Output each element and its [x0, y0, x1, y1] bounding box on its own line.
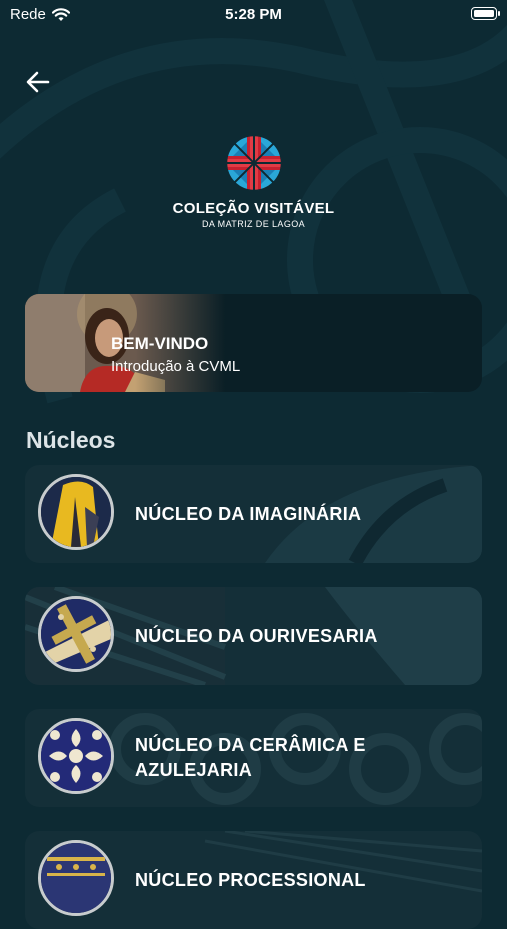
logo-subtitle: DA MATRIZ DE LAGOA: [201, 219, 306, 229]
imaginaria-thumbnail: [38, 474, 114, 550]
nucleo-label: NÚCLEO DA IMAGINÁRIA: [135, 504, 362, 524]
nucleo-card-ceramica[interactable]: NÚCLEO DA CERÂMICA E AZULEJARIA: [25, 709, 482, 807]
nucleo-card-processional[interactable]: NÚCLEO PROCESSIONAL: [25, 831, 482, 929]
nucleo-label: NÚCLEO DA OURIVESARIA: [135, 626, 378, 646]
welcome-card[interactable]: [25, 294, 482, 392]
back-button[interactable]: [22, 66, 54, 98]
nucleos-section-title: Núcleos: [26, 427, 116, 453]
arrow-left-icon: [26, 71, 50, 93]
status-time: 5:28 PM: [225, 6, 282, 23]
nucleo-card-ourivesaria[interactable]: NÚCLEO DA OURIVESARIA: [25, 587, 482, 685]
ourivesaria-thumbnail: [38, 596, 114, 672]
battery-icon: [471, 7, 500, 20]
nucleo-label: NÚCLEO DA CERÂMICA E AZULEJARIA: [135, 735, 366, 780]
logo-title: COLEÇÃO VISITÁVEL: [172, 200, 335, 217]
rose-window-logo-icon: [225, 134, 282, 192]
app-logo: COLEÇÃO VISITÁVEL DA MATRIZ DE LAGOA: [0, 134, 507, 229]
nucleo-card-imaginaria[interactable]: NÚCLEO DA IMAGINÁRIA: [25, 465, 482, 563]
ceramica-thumbnail: [38, 718, 114, 794]
welcome-title: BEM-VINDO: [111, 334, 209, 353]
welcome-subtitle: Introdução à CVML: [111, 358, 241, 375]
processional-thumbnail: [38, 840, 114, 916]
nucleo-label: NÚCLEO PROCESSIONAL: [135, 870, 366, 890]
status-bar: Rede 5:28 PM: [0, 0, 507, 28]
